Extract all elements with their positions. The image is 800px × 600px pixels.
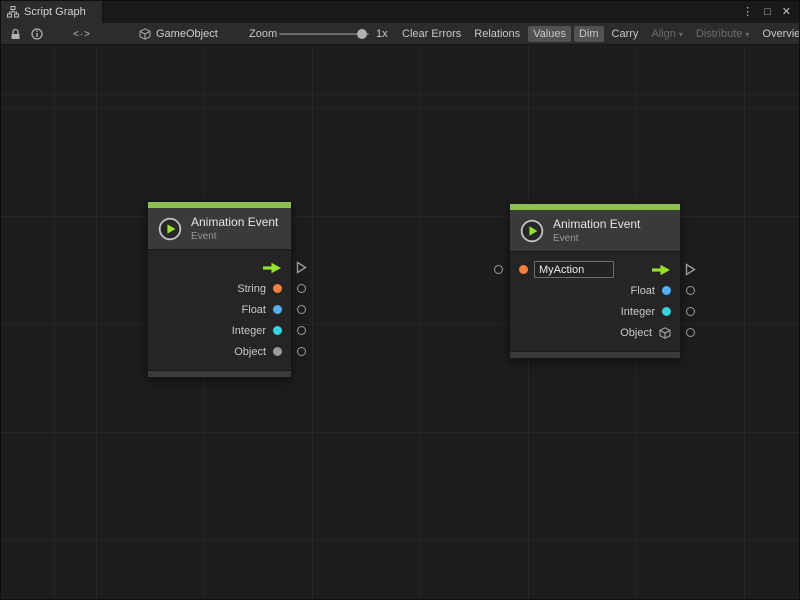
node-footer [510, 351, 680, 358]
object-cube-icon[interactable] [659, 327, 671, 339]
float-port-dot[interactable] [662, 286, 671, 295]
graph-icon [7, 6, 19, 18]
integer-output-port[interactable] [686, 307, 695, 316]
zoom-label: Zoom [249, 23, 277, 45]
tab-script-graph[interactable]: Script Graph [1, 1, 103, 23]
values-button[interactable]: Values [528, 26, 571, 42]
zoom-value: 1x [376, 23, 388, 45]
integer-port-dot[interactable] [662, 307, 671, 316]
port-row-object: Object [148, 341, 291, 362]
port-row-integer: Integer [510, 301, 680, 322]
port-row-object: Object [510, 322, 680, 343]
carry-button[interactable]: Carry [607, 26, 644, 42]
distribute-button[interactable]: Distribute▾ [691, 26, 754, 42]
node-animation-event-1[interactable]: Animation Event Event String Float [147, 201, 292, 378]
titlebar: Script Graph ⋮ □ ✕ [1, 1, 799, 23]
node-header: Animation Event Event [510, 210, 680, 252]
flow-output-port[interactable] [296, 261, 307, 274]
relations-button[interactable]: Relations [469, 26, 525, 42]
node-body: String Float Integer Object [148, 250, 291, 370]
string-output-port[interactable] [297, 284, 306, 293]
toolbar-buttons: Clear Errors Relations Values Dim Carry … [397, 23, 799, 45]
integer-output-port[interactable] [297, 326, 306, 335]
distribute-button-label: Distribute [696, 28, 742, 40]
node-title: Animation Event [191, 215, 278, 229]
port-label: String [237, 283, 266, 295]
object-port-dot[interactable] [273, 347, 282, 356]
object-output-port[interactable] [297, 347, 306, 356]
port-label: Object [620, 327, 652, 339]
node-footer [148, 370, 291, 377]
node-titles: Animation Event Event [191, 215, 278, 242]
zoom-slider-handle[interactable] [357, 29, 367, 39]
name-input-port-dot[interactable] [519, 265, 528, 274]
flow-arrow-icon[interactable] [262, 262, 282, 274]
code-icon[interactable]: <·> [73, 23, 91, 45]
float-output-port[interactable] [297, 305, 306, 314]
object-output-port[interactable] [686, 328, 695, 337]
port-label: Object [234, 346, 266, 358]
window-menu-button[interactable]: ⋮ [742, 7, 753, 18]
port-row-integer: Integer [148, 320, 291, 341]
integer-port-dot[interactable] [273, 326, 282, 335]
node-subtitle: Event [553, 233, 640, 244]
node-titles: Animation Event Event [553, 217, 640, 244]
string-port-dot[interactable] [273, 284, 282, 293]
float-port-dot[interactable] [273, 305, 282, 314]
tab-title: Script Graph [24, 6, 86, 18]
clear-errors-button[interactable]: Clear Errors [397, 26, 466, 42]
maximize-button[interactable]: □ [764, 7, 771, 18]
event-icon [520, 219, 544, 243]
flow-arrow-icon[interactable] [651, 264, 671, 276]
flow-output-port[interactable] [685, 263, 696, 276]
chevron-down-icon: ▾ [679, 30, 683, 39]
float-output-port[interactable] [686, 286, 695, 295]
overview-button[interactable]: Overview [757, 26, 799, 42]
node-subtitle: Event [191, 231, 278, 242]
node-body: Float Integer Object [510, 252, 680, 351]
gameobject-icon [139, 28, 151, 40]
port-label: Float [242, 304, 266, 316]
zoom-slider-track[interactable] [279, 33, 369, 35]
node-animation-event-2[interactable]: Animation Event Event Float [509, 203, 681, 359]
port-label: Float [631, 285, 655, 297]
script-graph-window: Script Graph ⋮ □ ✕ <·> [0, 0, 800, 600]
window-controls: ⋮ □ ✕ [742, 1, 799, 23]
graph-target-label: GameObject [156, 28, 218, 40]
info-icon[interactable] [28, 23, 46, 45]
event-icon [158, 217, 182, 241]
port-row-float: Float [510, 280, 680, 301]
port-label: Integer [621, 306, 655, 318]
graph-canvas[interactable]: Animation Event Event String Float [1, 45, 799, 599]
zoom-slider[interactable] [279, 23, 369, 45]
name-input-port[interactable] [494, 265, 503, 274]
port-row-name [510, 259, 680, 280]
align-button-label: Align [651, 28, 675, 40]
graph-target[interactable]: GameObject [139, 23, 218, 45]
lock-icon[interactable] [6, 23, 24, 45]
align-button[interactable]: Align ▾ [646, 26, 687, 42]
node-header: Animation Event Event [148, 208, 291, 250]
node-title: Animation Event [553, 217, 640, 231]
event-name-input[interactable] [534, 261, 614, 278]
close-button[interactable]: ✕ [782, 7, 791, 18]
port-row-flow [148, 257, 291, 278]
port-row-string: String [148, 278, 291, 299]
port-label: Integer [232, 325, 266, 337]
chevron-down-icon: ▾ [745, 30, 749, 39]
dim-button[interactable]: Dim [574, 26, 604, 42]
graph-toolbar: <·> GameObject Zoom 1x Clear Errors Rela… [1, 23, 799, 45]
port-row-float: Float [148, 299, 291, 320]
